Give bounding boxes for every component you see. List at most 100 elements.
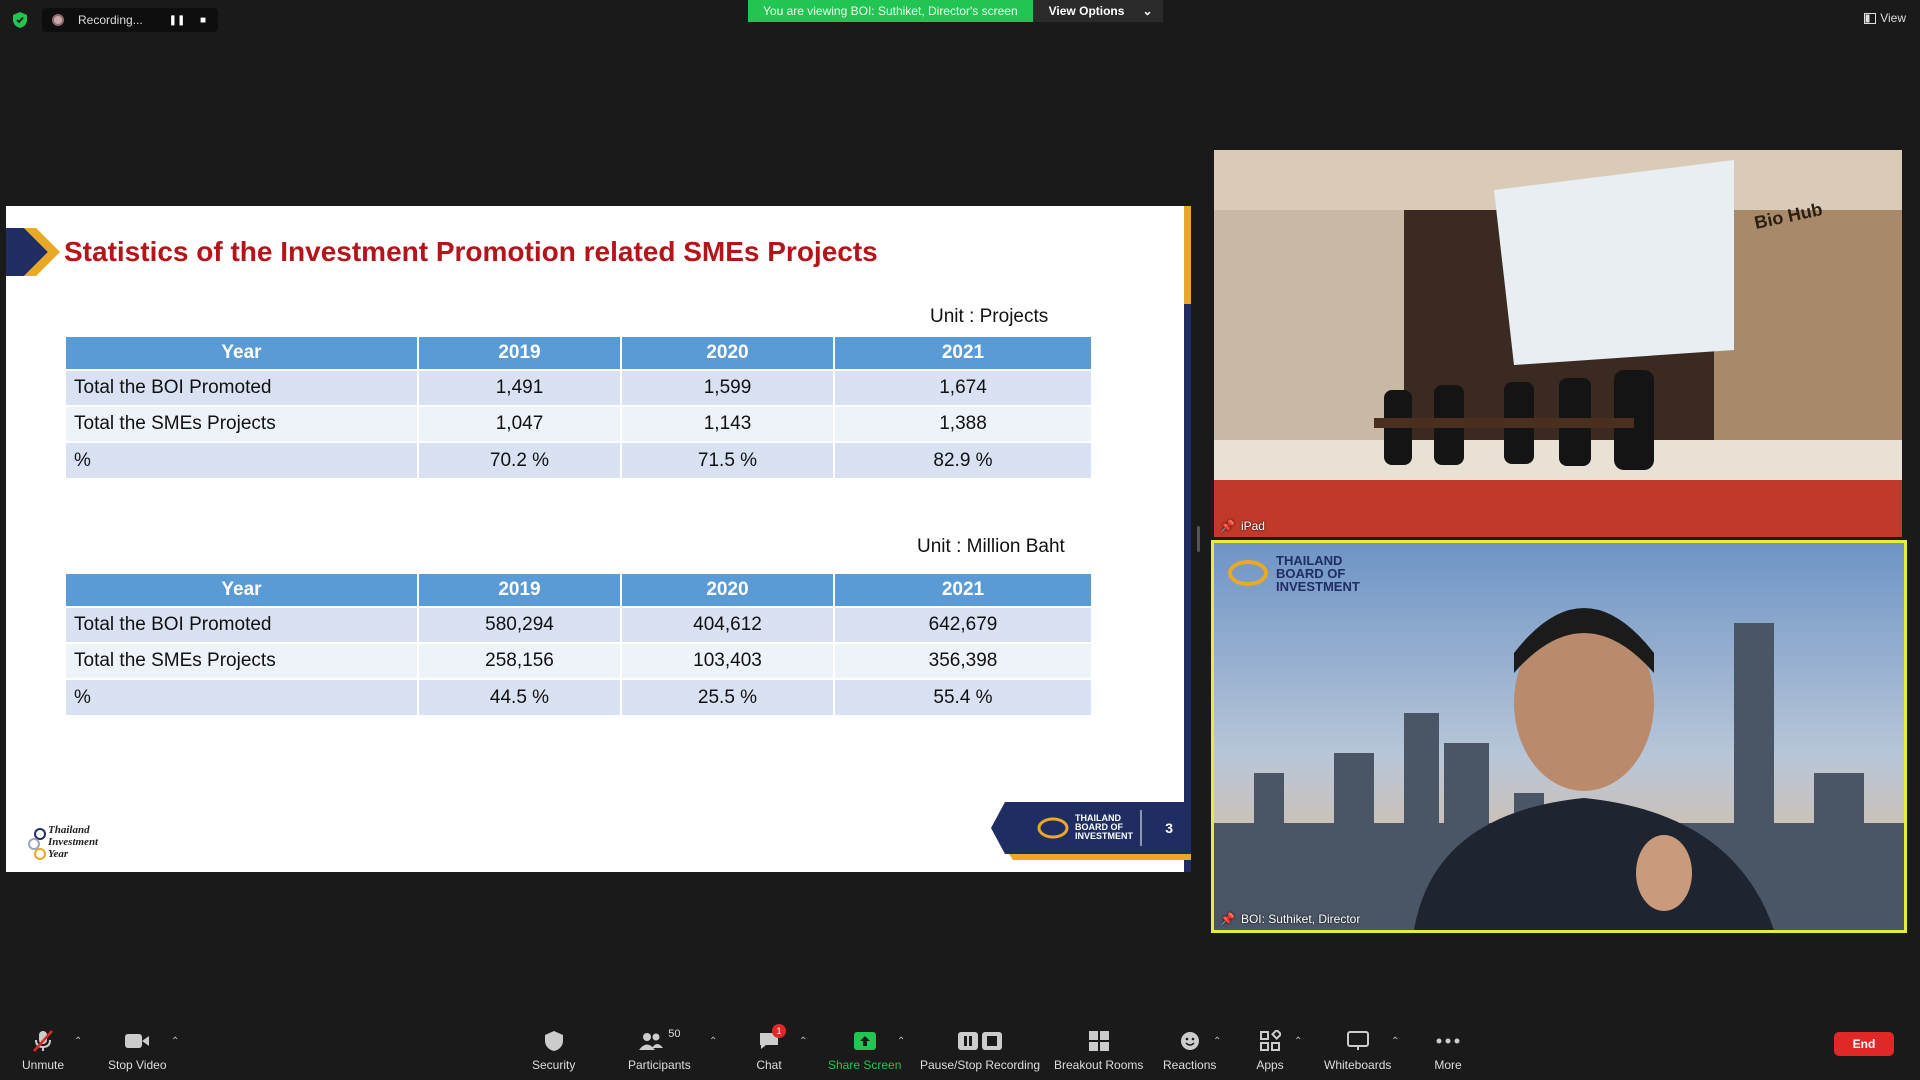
pause-stop-recording-button[interactable]: Pause/Stop Recording bbox=[920, 1028, 1040, 1072]
logo-line: Year bbox=[48, 848, 69, 860]
recording-label: Recording... bbox=[78, 13, 143, 27]
pin-icon: 📌 bbox=[1220, 519, 1235, 533]
security-shield-icon bbox=[540, 1028, 568, 1054]
table-header: Year bbox=[66, 337, 419, 370]
table-header: 2019 bbox=[418, 337, 622, 370]
table-cell: 71.5 % bbox=[621, 441, 835, 478]
table-cell: 642,679 bbox=[834, 606, 1091, 643]
table-header: 2019 bbox=[418, 574, 622, 607]
boi-swirl-icon bbox=[1228, 560, 1268, 586]
whiteboards-options-caret-icon[interactable]: ⌃ bbox=[1391, 1036, 1399, 1047]
table-cell: 103,403 bbox=[621, 642, 835, 679]
table-header: Year bbox=[66, 574, 419, 607]
participants-label: Participants bbox=[628, 1058, 691, 1072]
slide-accent-bar bbox=[1184, 206, 1191, 304]
video-tile-active-speaker[interactable]: THAILAND BOARD OF INVESTMENT 📌 BOI: Suth… bbox=[1211, 540, 1907, 933]
table-row: Total the BOI Promoted 1,491 1,599 1,674 bbox=[66, 369, 1091, 406]
chat-options-caret-icon[interactable]: ⌃ bbox=[799, 1036, 807, 1047]
table-cell: 82.9 % bbox=[834, 441, 1091, 478]
pause-recording-icon[interactable]: ❚❚ bbox=[164, 10, 190, 30]
table2-unit: Unit : Million Baht bbox=[917, 536, 1065, 557]
projects-table: Year 2019 2020 2021 Total the BOI Promot… bbox=[66, 337, 1091, 478]
chevron-bullet-icon bbox=[6, 228, 60, 276]
apps-icon bbox=[1256, 1028, 1284, 1054]
participants-count: 50 bbox=[668, 1028, 681, 1040]
participants-options-caret-icon[interactable]: ⌃ bbox=[709, 1036, 717, 1047]
share-options-caret-icon[interactable]: ⌃ bbox=[897, 1036, 905, 1047]
slide-accent-bar-navy bbox=[1184, 304, 1191, 872]
unmute-label: Unmute bbox=[22, 1058, 65, 1072]
meeting-toolbar: Unmute ⌃ Stop Video ⌃ Security 50 Partic… bbox=[0, 1020, 1920, 1080]
pause-stop-recording-icon bbox=[955, 1028, 1005, 1054]
table-header: 2020 bbox=[621, 574, 835, 607]
chat-unread-badge: 1 bbox=[772, 1024, 786, 1038]
apps-options-caret-icon[interactable]: ⌃ bbox=[1294, 1036, 1302, 1047]
view-layout-button[interactable]: View bbox=[1864, 11, 1906, 25]
table-row: % 70.2 % 71.5 % 82.9 % bbox=[66, 441, 1091, 478]
breakout-rooms-label: Breakout Rooms bbox=[1054, 1058, 1144, 1072]
table-cell: 70.2 % bbox=[418, 441, 622, 478]
participants-button[interactable]: 50 Participants bbox=[628, 1028, 691, 1072]
participant-name-ipad: 📌 iPad bbox=[1220, 519, 1265, 533]
table-row: % 44.5 % 25.5 % 55.4 % bbox=[66, 678, 1091, 715]
reactions-button[interactable]: Reactions bbox=[1163, 1028, 1216, 1072]
participant-name-label: BOI: Suthiket, Director bbox=[1240, 912, 1361, 926]
view-options-button[interactable]: View Options ⌄ bbox=[1032, 0, 1163, 22]
logo-line: Thailand bbox=[48, 824, 90, 836]
table-cell: 1,491 bbox=[418, 369, 622, 406]
unmute-button[interactable]: Unmute bbox=[22, 1028, 64, 1072]
whiteboards-button[interactable]: Whiteboards bbox=[1324, 1028, 1391, 1072]
security-button[interactable]: Security bbox=[532, 1028, 575, 1072]
boi-badge-text: THAILAND BOARD OF INVESTMENT bbox=[1075, 814, 1135, 841]
logo-line: THAILAND bbox=[1276, 552, 1343, 568]
muted-mic-icon bbox=[29, 1028, 57, 1054]
apps-button[interactable]: Apps bbox=[1256, 1028, 1284, 1072]
pin-icon: 📌 bbox=[1220, 912, 1235, 926]
breakout-rooms-button[interactable]: Breakout Rooms bbox=[1054, 1028, 1143, 1072]
whiteboard-icon bbox=[1344, 1028, 1372, 1054]
table-row: Total the SMEs Projects 258,156 103,403 … bbox=[66, 642, 1091, 679]
recording-dot-icon bbox=[52, 14, 64, 26]
boi-background-logo: THAILAND BOARD OF INVESTMENT bbox=[1226, 553, 1360, 593]
breakout-rooms-icon bbox=[1085, 1028, 1113, 1054]
table-cell: % bbox=[66, 678, 419, 715]
table-cell: Total the BOI Promoted bbox=[66, 606, 419, 643]
share-screen-button[interactable]: Share Screen bbox=[828, 1028, 901, 1072]
table-cell: 1,674 bbox=[834, 369, 1091, 406]
table-cell: 1,143 bbox=[621, 405, 835, 442]
table-cell: 580,294 bbox=[418, 606, 622, 643]
video-options-caret-icon[interactable]: ⌃ bbox=[171, 1036, 179, 1047]
participant-name-label: iPad bbox=[1240, 519, 1265, 533]
chat-bubble-icon: 1 bbox=[755, 1024, 786, 1054]
chat-button[interactable]: 1 Chat bbox=[755, 1024, 786, 1072]
participants-icon: 50 bbox=[634, 1028, 684, 1054]
recording-indicator: Recording... ❚❚ ■ bbox=[42, 8, 218, 32]
table-cell: 258,156 bbox=[418, 642, 622, 679]
reactions-options-caret-icon[interactable]: ⌃ bbox=[1213, 1036, 1221, 1047]
stop-recording-icon[interactable]: ■ bbox=[190, 10, 216, 30]
table-row: Total the BOI Promoted 580,294 404,612 6… bbox=[66, 606, 1091, 643]
thailand-investment-year-text: Thailand Investment Year bbox=[48, 824, 98, 860]
table-header: 2021 bbox=[834, 337, 1091, 370]
audio-options-caret-icon[interactable]: ⌃ bbox=[74, 1036, 82, 1047]
end-meeting-button[interactable]: End bbox=[1834, 1032, 1894, 1056]
table-cell: 55.4 % bbox=[834, 678, 1091, 715]
video-camera-icon bbox=[123, 1028, 151, 1054]
table-header: 2021 bbox=[834, 574, 1091, 607]
logo-line: Investment bbox=[48, 836, 99, 848]
table-cell: 1,388 bbox=[834, 405, 1091, 442]
apps-label: Apps bbox=[1256, 1058, 1284, 1072]
more-dots-icon bbox=[1434, 1028, 1462, 1054]
table-cell: 404,612 bbox=[621, 606, 835, 643]
shared-screen-slide: Statistics of the Investment Promotion r… bbox=[6, 206, 1191, 872]
share-screen-icon bbox=[851, 1028, 879, 1054]
viewing-screen-notice: You are viewing BOI: Suthiket, Director'… bbox=[748, 0, 1033, 22]
split-view-handle[interactable] bbox=[1197, 526, 1200, 552]
table-cell: 1,599 bbox=[621, 369, 835, 406]
video-tile-ipad[interactable]: Bio Hub 📌 iPad bbox=[1214, 150, 1902, 537]
more-button[interactable]: More bbox=[1434, 1028, 1462, 1072]
slide-title: Statistics of the Investment Promotion r… bbox=[64, 236, 878, 267]
stop-video-button[interactable]: Stop Video bbox=[108, 1028, 167, 1072]
stop-video-label: Stop Video bbox=[108, 1058, 167, 1072]
encryption-shield-icon[interactable] bbox=[12, 11, 28, 29]
